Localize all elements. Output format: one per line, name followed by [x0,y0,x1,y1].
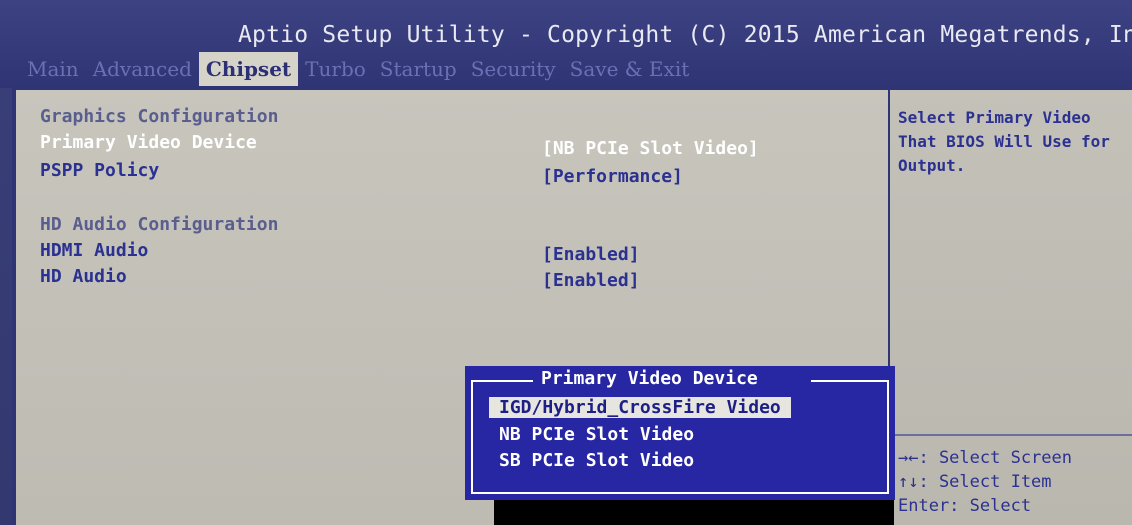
tab-security[interactable]: Security [464,52,563,86]
setting-hd-audio[interactable]: HD Audio [40,266,127,287]
help-line: Output. [898,156,966,175]
bios-screen: Aptio Setup Utility - Copyright (C) 2015… [0,0,1132,525]
help-line: That BIOS Will Use for [898,132,1110,151]
popup-option-sb-pcie-slot-video[interactable]: SB PCIe Slot Video [495,450,698,471]
tab-bar: Main Advanced Chipset Turbo Startup Secu… [20,52,696,86]
key-hint-select-item: ↑↓: Select Item [898,472,1052,492]
panel-border [12,90,16,525]
setting-pspp-policy[interactable]: PSPP Policy [40,160,159,181]
popup-title: Primary Video Device [541,368,758,389]
setting-label: PSPP Policy [40,160,160,181]
tab-chipset[interactable]: Chipset [198,52,299,86]
setting-label: Primary Video Device [40,132,257,153]
section-hd-audio-configuration: HD Audio Configuration [40,214,278,235]
popup-option-igd-hybrid-crossfire[interactable]: IGD/Hybrid_CrossFire Video [489,397,791,418]
setting-hdmi-audio[interactable]: HDMI Audio [40,240,148,261]
setting-label: HDMI Audio [40,240,149,261]
hdmi-audio-value[interactable]: [Enabled] [542,244,640,265]
popup-frame-top-left [471,380,533,382]
help-description: Select Primary Video That BIOS Will Use … [898,106,1110,178]
key-legend: →←: Select Screen ↑↓: Select Item Enter:… [898,446,1072,518]
section-graphics-configuration: Graphics Configuration [40,106,278,127]
help-divider [890,434,1132,436]
primary-video-device-value[interactable]: [NB PCIe Slot Video] [542,138,759,159]
window-title: Aptio Setup Utility - Copyright (C) 2015… [238,22,1132,48]
primary-video-device-popup[interactable]: Primary Video Device IGD/Hybrid_CrossFir… [465,366,895,500]
help-line: Select Primary Video [898,108,1091,127]
section-label: Graphics Configuration [40,106,279,127]
hd-audio-value[interactable]: [Enabled] [542,270,640,291]
popup-frame-top-right [811,380,887,382]
setting-label: HD Audio [40,266,127,287]
tab-turbo[interactable]: Turbo [298,52,373,86]
tab-advanced[interactable]: Advanced [86,52,199,86]
key-hint-select-screen: →←: Select Screen [898,448,1072,468]
header-bar: Aptio Setup Utility - Copyright (C) 2015… [0,0,1132,88]
section-label: HD Audio Configuration [40,214,279,235]
setting-primary-video-device[interactable]: Primary Video Device [40,132,257,153]
help-panel: Select Primary Video That BIOS Will Use … [888,88,1132,525]
tab-main[interactable]: Main [20,52,86,86]
pspp-policy-value[interactable]: [Performance] [542,166,683,187]
popup-option-nb-pcie-slot-video[interactable]: NB PCIe Slot Video [495,424,698,445]
tab-startup[interactable]: Startup [373,52,464,86]
tab-save-exit[interactable]: Save & Exit [563,52,697,86]
key-hint-enter-select: Enter: Select [898,496,1032,516]
